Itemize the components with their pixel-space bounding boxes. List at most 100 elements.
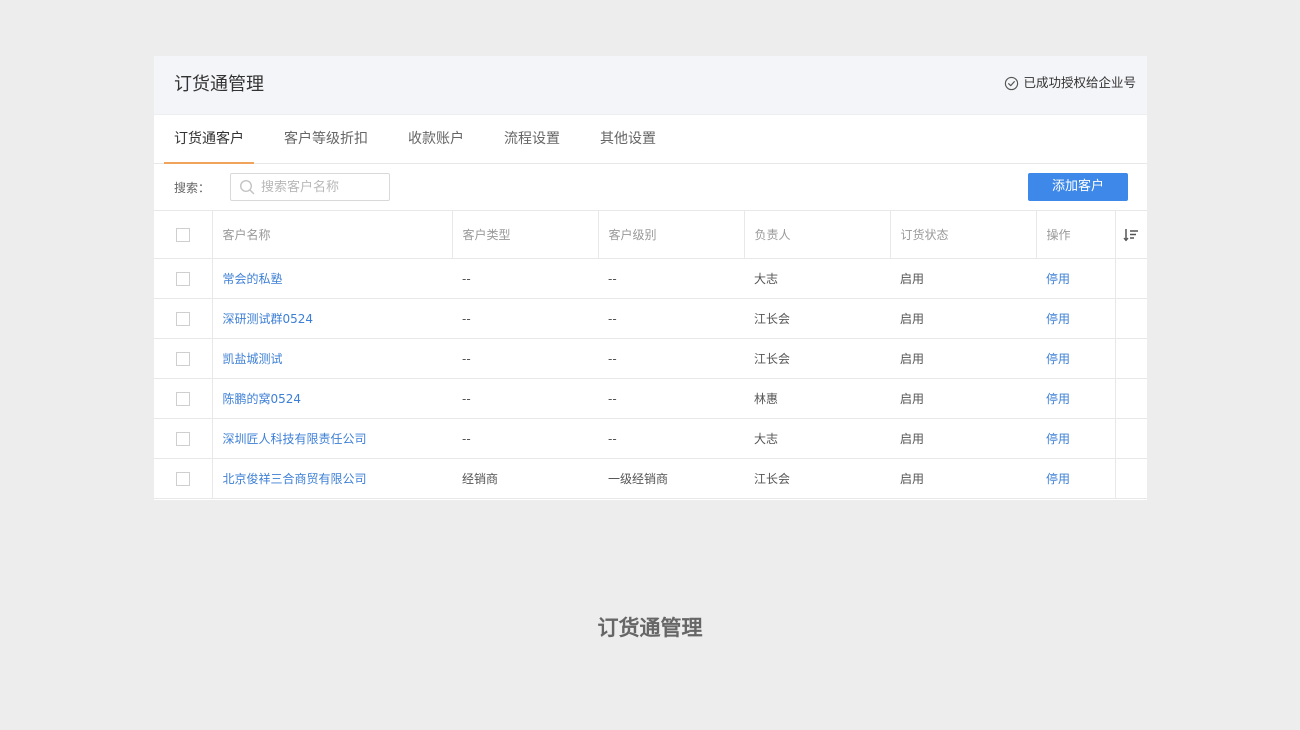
tab-process-settings[interactable]: 流程设置 — [504, 115, 560, 163]
cell-customer-type: -- — [452, 258, 598, 299]
cell-customer-type: -- — [452, 338, 598, 379]
cell-owner: 林惠 — [744, 378, 890, 419]
customer-name-link[interactable]: 深圳匠人科技有限责任公司 — [223, 432, 367, 446]
disable-link[interactable]: 停用 — [1046, 432, 1070, 446]
cell-customer-level: -- — [598, 418, 744, 459]
cell-order-status: 启用 — [890, 298, 1036, 339]
cell-action: 停用 — [1036, 298, 1115, 339]
row-checkbox-cell — [154, 418, 213, 459]
cell-empty — [1114, 298, 1147, 339]
footer-title: 订货通管理 — [597, 616, 703, 640]
cell-order-status: 启用 — [890, 458, 1036, 499]
column-header-name: 客户名称 — [212, 211, 453, 259]
disable-link[interactable]: 停用 — [1046, 312, 1070, 326]
cell-customer-level: -- — [598, 298, 744, 339]
cell-customer-name: 常会的私塾 — [212, 258, 452, 299]
cell-customer-type: -- — [452, 378, 598, 419]
table-header-row: 客户名称 客户类型 客户级别 负责人 订货状态 操作 — [154, 211, 1147, 259]
cell-customer-type: 经销商 — [452, 458, 598, 499]
cell-customer-name: 凯盐城测试 — [212, 338, 452, 379]
row-checkbox[interactable] — [175, 471, 190, 486]
column-sort-icon[interactable] — [1123, 227, 1139, 243]
column-header-type: 客户类型 — [452, 211, 599, 259]
page-title: 订货通管理 — [174, 74, 264, 95]
cell-customer-type: -- — [452, 418, 598, 459]
row-checkbox[interactable] — [175, 351, 190, 366]
row-checkbox-cell — [154, 258, 213, 299]
search-box[interactable] — [230, 173, 390, 201]
cell-customer-level: -- — [598, 258, 744, 299]
cell-empty — [1114, 378, 1147, 419]
main-card: 订货通管理 已成功授权给企业号 订货通客户 客户等级折扣 收款账户 流程设置 其… — [154, 56, 1147, 500]
cell-action: 停用 — [1036, 458, 1115, 499]
table-row: 常会的私塾 -- -- 大志 启用 停用 — [154, 258, 1147, 299]
cell-customer-name: 深研测试群0524 — [212, 298, 452, 339]
customer-name-link[interactable]: 陈鹏的窝0524 — [223, 392, 302, 406]
cell-owner: 江长会 — [744, 338, 890, 379]
cell-owner: 江长会 — [744, 298, 890, 339]
add-customer-button[interactable]: 添加客户 — [1028, 173, 1128, 201]
cell-order-status: 启用 — [890, 378, 1036, 419]
cell-customer-level: -- — [598, 338, 744, 379]
column-header-status: 订货状态 — [890, 211, 1037, 259]
cell-customer-name: 深圳匠人科技有限责任公司 — [212, 418, 452, 459]
cell-action: 停用 — [1036, 418, 1115, 459]
row-checkbox[interactable] — [175, 391, 190, 406]
customer-name-link[interactable]: 凯盐城测试 — [223, 352, 283, 366]
tab-other-settings[interactable]: 其他设置 — [600, 115, 656, 163]
tab-bar: 订货通客户 客户等级折扣 收款账户 流程设置 其他设置 — [154, 115, 1147, 164]
cell-owner: 江长会 — [744, 458, 890, 499]
customer-name-link[interactable]: 常会的私塾 — [223, 272, 283, 286]
cell-owner: 大志 — [744, 258, 890, 299]
table-row: 北京俊祥三合商贸有限公司 经销商 一级经销商 江长会 启用 停用 — [154, 458, 1147, 499]
cell-empty — [1114, 458, 1147, 499]
cell-customer-name: 北京俊祥三合商贸有限公司 — [212, 458, 452, 499]
cell-owner: 大志 — [744, 418, 890, 459]
cell-customer-type: -- — [452, 298, 598, 339]
search-input[interactable] — [261, 179, 381, 195]
auth-status-text: 已成功授权给企业号 — [1023, 75, 1136, 90]
select-all-checkbox[interactable] — [175, 227, 190, 242]
tab-customers[interactable]: 订货通客户 — [164, 115, 254, 164]
auth-status: 已成功授权给企业号 — [1004, 75, 1136, 91]
search-label: 搜索： — [174, 181, 211, 195]
disable-link[interactable]: 停用 — [1046, 352, 1070, 366]
table-row: 深圳匠人科技有限责任公司 -- -- 大志 启用 停用 — [154, 418, 1147, 459]
page-header: 订货通管理 已成功授权给企业号 — [154, 56, 1147, 115]
cell-empty — [1114, 338, 1147, 379]
cell-order-status: 启用 — [890, 418, 1036, 459]
disable-link[interactable]: 停用 — [1046, 392, 1070, 406]
customer-table: 客户名称 客户类型 客户级别 负责人 订货状态 操作 常会的私塾 -- -- 大… — [154, 211, 1147, 499]
row-checkbox[interactable] — [175, 311, 190, 326]
column-header-level: 客户级别 — [598, 211, 745, 259]
cell-action: 停用 — [1036, 378, 1115, 419]
cell-customer-name: 陈鹏的窝0524 — [212, 378, 452, 419]
row-checkbox[interactable] — [175, 431, 190, 446]
cell-empty — [1114, 418, 1147, 459]
select-all-cell — [154, 211, 213, 259]
cell-order-status: 启用 — [890, 338, 1036, 379]
row-checkbox[interactable] — [175, 271, 190, 286]
row-checkbox-cell — [154, 298, 213, 339]
cell-action: 停用 — [1036, 258, 1115, 299]
row-checkbox-cell — [154, 378, 213, 419]
column-header-action: 操作 — [1036, 211, 1115, 259]
disable-link[interactable]: 停用 — [1046, 472, 1070, 486]
table-row: 陈鹏的窝0524 -- -- 林惠 启用 停用 — [154, 378, 1147, 419]
tab-payment-account[interactable]: 收款账户 — [408, 115, 464, 163]
column-settings-cell[interactable] — [1114, 211, 1147, 259]
table-row: 深研测试群0524 -- -- 江长会 启用 停用 — [154, 298, 1147, 339]
cell-action: 停用 — [1036, 338, 1115, 379]
table-row: 凯盐城测试 -- -- 江长会 启用 停用 — [154, 338, 1147, 379]
search-icon — [239, 179, 255, 195]
row-checkbox-cell — [154, 338, 213, 379]
row-checkbox-cell — [154, 458, 213, 499]
customer-name-link[interactable]: 深研测试群0524 — [223, 312, 314, 326]
cell-order-status: 启用 — [890, 258, 1036, 299]
disable-link[interactable]: 停用 — [1046, 272, 1070, 286]
customer-name-link[interactable]: 北京俊祥三合商贸有限公司 — [223, 472, 367, 486]
tab-level-discount[interactable]: 客户等级折扣 — [284, 115, 368, 163]
column-header-owner: 负责人 — [744, 211, 891, 259]
toolbar: 搜索： 添加客户 — [154, 164, 1147, 211]
cell-customer-level: 一级经销商 — [598, 458, 744, 499]
